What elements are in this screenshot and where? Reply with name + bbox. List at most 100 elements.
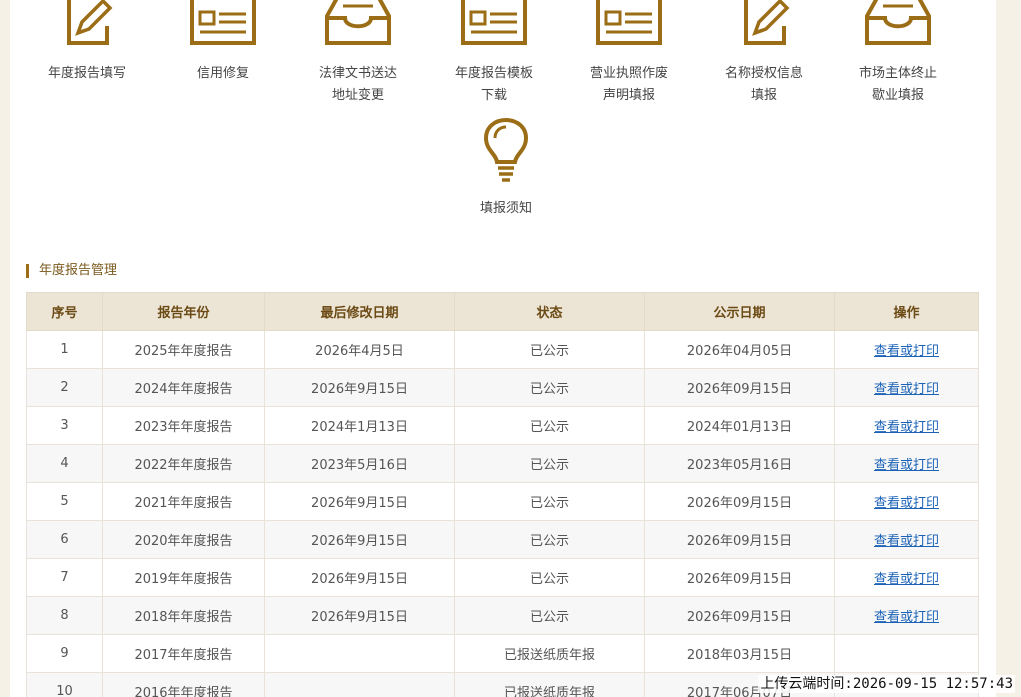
cell-action: 查看或打印 [834, 482, 979, 521]
tile-label-line2: 声明填报 [602, 88, 655, 103]
table-row: 4 2022年年度报告 2023年5月16日 已公示 2023年05月16日 查… [26, 444, 979, 483]
cell-public-date: 2026年09月15日 [644, 558, 835, 597]
cell-public-date: 2026年09月15日 [644, 520, 835, 559]
cell-action: 查看或打印 [834, 520, 979, 559]
cell-action: 查看或打印 [834, 406, 979, 445]
cell-year: 2020年年度报告 [102, 520, 265, 559]
cell-action [834, 634, 979, 673]
view-print-link[interactable]: 查看或打印 [874, 572, 939, 587]
cell-status: 已公示 [454, 444, 645, 483]
tile-credit-repair[interactable]: 信用修复 [158, 0, 288, 85]
table-row: 2 2024年年度报告 2026年9月15日 已公示 2026年09月15日 查… [26, 368, 979, 407]
cell-public-date: 2023年05月16日 [644, 444, 835, 483]
column-header: 操作 [834, 292, 979, 331]
table-header-row: 序号 报告年份 最后修改日期 状态 公示日期 操作 [26, 292, 979, 331]
cell-modified: 2024年1月13日 [264, 406, 455, 445]
lightbulb-icon [483, 118, 529, 182]
tile-label: 年度报告模板 [454, 66, 533, 81]
cell-modified: 2026年9月15日 [264, 368, 455, 407]
column-header: 报告年份 [102, 292, 265, 331]
cell-year: 2019年年度报告 [102, 558, 265, 597]
tile-name-authorization[interactable]: 名称授权信息 填报 [699, 0, 829, 107]
cell-modified: 2023年5月16日 [264, 444, 455, 483]
table-row: 8 2018年年度报告 2026年9月15日 已公示 2026年09月15日 查… [26, 596, 979, 635]
cell-action: 查看或打印 [834, 368, 979, 407]
cell-no: 9 [26, 634, 103, 673]
tile-label: 市场主体终止 [858, 66, 937, 81]
page-container: 年度报告填写 信用修复 法律文书送达 地址变更 年度报告模板 下载 营业执照作废… [10, 0, 996, 697]
cell-year: 2018年年度报告 [102, 596, 265, 635]
tile-label: 年度报告填写 [47, 66, 126, 81]
cell-status: 已公示 [454, 596, 645, 635]
annual-report-table: 序号 报告年份 最后修改日期 状态 公示日期 操作 1 2025年年度报告 20… [26, 292, 979, 697]
section-title: 年度报告管理 [26, 262, 117, 280]
cell-no: 3 [26, 406, 103, 445]
form-icon [190, 0, 256, 45]
view-print-link[interactable]: 查看或打印 [874, 344, 939, 359]
tile-label: 名称授权信息 [724, 66, 803, 81]
cell-year: 2023年年度报告 [102, 406, 265, 445]
tile-annual-report-fill[interactable]: 年度报告填写 [22, 0, 152, 85]
cell-status: 已公示 [454, 406, 645, 445]
table-row: 7 2019年年度报告 2026年9月15日 已公示 2026年09月15日 查… [26, 558, 979, 597]
cell-no: 1 [26, 330, 103, 369]
cell-status: 已报送纸质年报 [454, 634, 645, 673]
tile-label-line2: 下载 [480, 88, 507, 103]
tile-label: 填报须知 [479, 201, 532, 216]
cell-status: 已公示 [454, 482, 645, 521]
tile-label-line2: 地址变更 [331, 88, 384, 103]
cell-status: 已公示 [454, 368, 645, 407]
tile-label: 信用修复 [196, 66, 249, 81]
view-print-link[interactable]: 查看或打印 [874, 420, 939, 435]
service-icon-grid: 年度报告填写 信用修复 法律文书送达 地址变更 年度报告模板 下载 营业执照作废… [10, 0, 996, 240]
cell-action: 查看或打印 [834, 330, 979, 369]
upload-timestamp: 上传云端时间:2026-09-15 12:57:43 [758, 675, 1015, 693]
pencil-icon [744, 0, 790, 45]
cell-year: 2025年年度报告 [102, 330, 265, 369]
column-header: 序号 [26, 292, 103, 331]
cell-year: 2016年年度报告 [102, 672, 265, 697]
cell-public-date: 2018年03月15日 [644, 634, 835, 673]
cell-public-date: 2024年01月13日 [644, 406, 835, 445]
view-print-link[interactable]: 查看或打印 [874, 496, 939, 511]
table-row: 5 2021年年度报告 2026年9月15日 已公示 2026年09月15日 查… [26, 482, 979, 521]
cell-modified: 2026年9月15日 [264, 596, 455, 635]
cell-modified: 2026年4月5日 [264, 330, 455, 369]
view-print-link[interactable]: 查看或打印 [874, 382, 939, 397]
column-header: 公示日期 [644, 292, 835, 331]
cell-year: 2017年年度报告 [102, 634, 265, 673]
cell-modified: 2026年9月15日 [264, 558, 455, 597]
cell-no: 4 [26, 444, 103, 483]
cell-modified: 2026年9月15日 [264, 482, 455, 521]
tile-termination-suspension[interactable]: 市场主体终止 歇业填报 [833, 0, 963, 107]
tile-label-line2: 歇业填报 [871, 88, 924, 103]
view-print-link[interactable]: 查看或打印 [874, 458, 939, 473]
column-header: 状态 [454, 292, 645, 331]
view-print-link[interactable]: 查看或打印 [874, 534, 939, 549]
cell-public-date: 2026年09月15日 [644, 482, 835, 521]
form-icon [461, 0, 527, 45]
cell-year: 2022年年度报告 [102, 444, 265, 483]
tile-license-void-statement[interactable]: 营业执照作废 声明填报 [564, 0, 694, 107]
form-icon [596, 0, 662, 45]
table-row: 3 2023年年度报告 2024年1月13日 已公示 2024年01月13日 查… [26, 406, 979, 445]
tile-label: 营业执照作废 [589, 66, 668, 81]
cell-modified [264, 672, 455, 697]
tile-legal-address-change[interactable]: 法律文书送达 地址变更 [293, 0, 423, 107]
cell-status: 已公示 [454, 520, 645, 559]
inbox-icon [325, 0, 391, 45]
cell-no: 7 [26, 558, 103, 597]
table-row: 6 2020年年度报告 2026年9月15日 已公示 2026年09月15日 查… [26, 520, 979, 559]
cell-status: 已公示 [454, 558, 645, 597]
tile-filing-instructions[interactable]: 填报须知 [441, 118, 571, 220]
cell-status: 已公示 [454, 330, 645, 369]
cell-action: 查看或打印 [834, 596, 979, 635]
table-row: 9 2017年年度报告 已报送纸质年报 2018年03月15日 [26, 634, 979, 673]
view-print-link[interactable]: 查看或打印 [874, 610, 939, 625]
cell-public-date: 2026年04月05日 [644, 330, 835, 369]
cell-public-date: 2026年09月15日 [644, 368, 835, 407]
cell-no: 10 [26, 672, 103, 697]
tile-template-download[interactable]: 年度报告模板 下载 [429, 0, 559, 107]
cell-no: 2 [26, 368, 103, 407]
cell-modified [264, 634, 455, 673]
